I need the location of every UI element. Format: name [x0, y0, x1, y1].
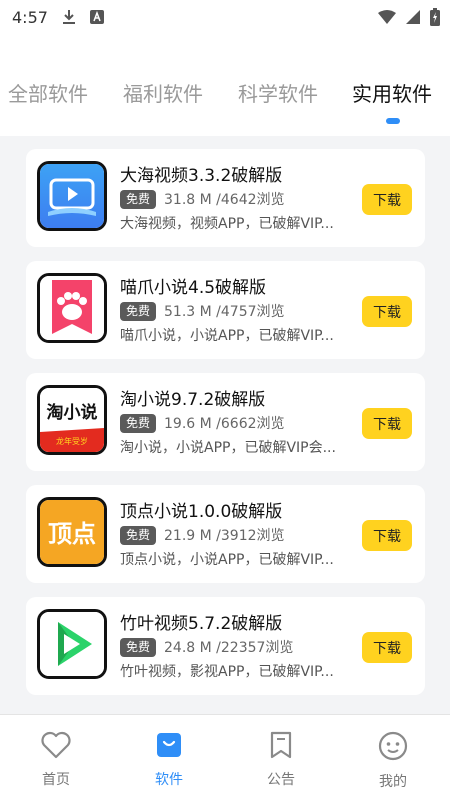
nav-home-label: 首页: [42, 772, 70, 788]
app-title: 竹叶视频5.7.2破解版: [120, 614, 283, 634]
signal-icon: [406, 10, 420, 24]
app-description: 大海视频，视频APP，已破解VIP...: [120, 216, 334, 232]
notification-a-icon: [89, 10, 104, 24]
status-time: 4:57: [12, 7, 48, 27]
free-badge: 免费: [120, 301, 157, 321]
tao-novel-icon: 淘小说 龙年受岁: [37, 385, 107, 455]
download-button[interactable]: 下载: [362, 296, 412, 327]
bottom-navigation: 首页 软件 公告 我的: [0, 714, 450, 800]
download-button[interactable]: 下载: [362, 520, 412, 551]
nav-announcement-label: 公告: [267, 772, 295, 788]
app-description: 顶点小说，小说APP，已破解VIP...: [120, 552, 334, 568]
battery-icon: [430, 8, 440, 26]
smiley-icon: [378, 731, 408, 765]
download-button[interactable]: 下载: [362, 184, 412, 215]
active-tab-indicator: [386, 118, 400, 124]
download-button[interactable]: 下载: [362, 408, 412, 439]
free-badge: 免费: [120, 189, 157, 209]
free-badge: 免费: [120, 637, 157, 657]
app-stats: 31.8 M /4642浏览: [164, 192, 285, 208]
tab-science-software[interactable]: 科学软件: [238, 78, 318, 107]
app-card[interactable]: 顶点 顶点小说1.0.0破解版 免费 21.9 M /3912浏览 顶点小说，小…: [26, 485, 425, 583]
wifi-icon: [378, 10, 396, 24]
app-card[interactable]: 喵爪小说4.5破解版 免费 51.3 M /4757浏览 喵爪小说，小说APP，…: [26, 261, 425, 359]
category-tabs: 全部软件 福利软件 科学软件 实用软件: [0, 72, 450, 132]
app-stats: 51.3 M /4757浏览: [164, 304, 285, 320]
dingdian-icon-text: 顶点: [48, 519, 96, 548]
nav-software[interactable]: 软件: [139, 731, 199, 789]
cat-paw-icon: [37, 273, 107, 343]
download-status-icon: [62, 9, 76, 25]
tao-novel-icon-text: 淘小说: [47, 402, 98, 423]
shopping-bag-icon: [155, 731, 183, 763]
app-stats: 24.8 M /22357浏览: [164, 640, 294, 656]
app-title: 顶点小说1.0.0破解版: [120, 502, 283, 522]
nav-announcement[interactable]: 公告: [251, 731, 311, 789]
app-card[interactable]: 大海视频3.3.2破解版 免费 31.8 M /4642浏览 大海视频，视频AP…: [26, 149, 425, 247]
tab-welfare-software[interactable]: 福利软件: [123, 78, 203, 107]
heart-icon: [41, 731, 71, 763]
tab-utility-software[interactable]: 实用软件: [352, 78, 432, 107]
nav-home[interactable]: 首页: [26, 731, 86, 789]
status-bar: 4:57: [0, 0, 450, 34]
app-card[interactable]: 淘小说 龙年受岁 淘小说9.7.2破解版 免费 19.6 M /6662浏览 淘…: [26, 373, 425, 471]
free-badge: 免费: [120, 413, 157, 433]
video-play-icon: [37, 161, 107, 231]
green-play-icon: [37, 609, 107, 679]
dingdian-icon: 顶点: [37, 497, 107, 567]
app-title: 喵爪小说4.5破解版: [120, 278, 267, 298]
free-badge: 免费: [120, 525, 157, 545]
app-title: 大海视频3.3.2破解版: [120, 166, 283, 186]
bookmark-icon: [268, 731, 294, 763]
app-stats: 19.6 M /6662浏览: [164, 416, 285, 432]
tab-all-software[interactable]: 全部软件: [8, 78, 88, 107]
app-title: 淘小说9.7.2破解版: [120, 390, 266, 410]
nav-software-label: 软件: [155, 772, 183, 788]
download-button[interactable]: 下载: [362, 632, 412, 663]
nav-mine[interactable]: 我的: [363, 731, 423, 791]
tao-novel-icon-subtext: 龙年受岁: [56, 436, 88, 446]
nav-mine-label: 我的: [379, 774, 407, 790]
app-card[interactable]: 竹叶视频5.7.2破解版 免费 24.8 M /22357浏览 竹叶视频，影视A…: [26, 597, 425, 695]
app-stats: 21.9 M /3912浏览: [164, 528, 285, 544]
app-description: 喵爪小说，小说APP，已破解VIP...: [120, 328, 334, 344]
app-list: 大海视频3.3.2破解版 免费 31.8 M /4642浏览 大海视频，视频AP…: [0, 136, 450, 714]
app-description: 淘小说，小说APP，已破解VIP会...: [120, 440, 336, 456]
app-description: 竹叶视频，影视APP，已破解VIP...: [120, 664, 334, 680]
